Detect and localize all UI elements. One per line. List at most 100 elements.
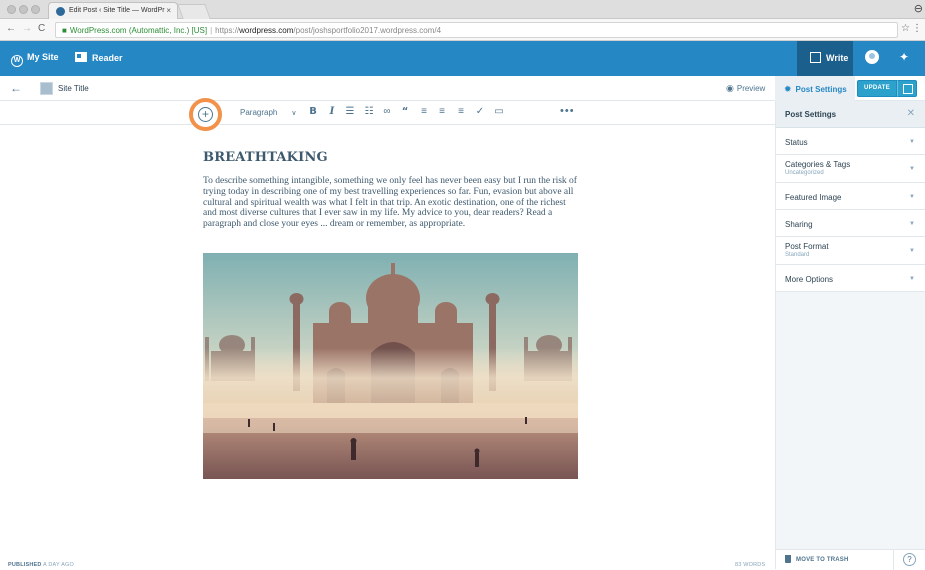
read-more-icon[interactable]: ▭ (493, 106, 505, 117)
chevron-down-icon: ▼ (909, 276, 915, 282)
zoom-window-button[interactable] (31, 5, 40, 14)
chevron-down-icon: ▼ (909, 139, 915, 145)
section-label: Post Format (785, 242, 829, 251)
notifications-icon[interactable]: ✦ (899, 50, 909, 64)
url-field[interactable]: ■ WordPress.com (Automattic, Inc.) [US] | h… (55, 22, 898, 38)
wordpress-logo-icon: W (11, 55, 23, 67)
spellcheck-icon[interactable]: ✓ (474, 106, 486, 117)
gear-icon: ✹ (784, 84, 792, 94)
sidebar-section-categories-tags[interactable]: Categories & Tags Uncategorized ▼ (776, 155, 925, 183)
chevron-down-icon: ▼ (909, 221, 915, 227)
section-label: Featured Image (785, 193, 842, 202)
close-window-button[interactable] (7, 5, 16, 14)
site-title[interactable]: Site Title (58, 84, 89, 93)
back-arrow-icon[interactable]: ← (10, 81, 22, 95)
section-value: Standard (785, 252, 810, 258)
footer-divider (893, 550, 894, 570)
sidebar-header: Post Settings ✕ (776, 101, 925, 128)
url-separator: | (210, 26, 213, 35)
browser-profile-icon[interactable]: ⊖ (914, 2, 923, 15)
url-path: /post/joshsportfolio2017.wordpress.com/4 (293, 26, 442, 35)
formatting-toolbar: Paragraph ∨ B I ☰ ☷ ∞ “ ≡ ≡ ≡ ✓ ▭ ••• (0, 101, 775, 125)
bookmark-star-icon[interactable]: ☆ (901, 23, 910, 34)
chevron-down-icon: ▼ (909, 248, 915, 254)
paragraph-format-select[interactable]: Paragraph ∨ (240, 108, 296, 117)
post-settings-label: Post Settings (795, 85, 847, 94)
section-label: More Options (785, 275, 834, 284)
chevron-down-icon: ▼ (909, 194, 915, 200)
editor-ground-control: ← Site Title ◉ Preview ✹ Post Settings UPD… (0, 76, 925, 101)
eye-icon: ◉ (726, 83, 734, 93)
tab-title: Edit Post ‹ Site Title — WordPr (69, 7, 165, 14)
taj-mahal-photo[interactable] (203, 253, 578, 479)
paragraph-format-value: Paragraph (240, 108, 278, 117)
bold-icon[interactable]: B (307, 106, 319, 117)
update-button[interactable]: UPDATE (857, 80, 897, 97)
align-left-icon[interactable]: ≡ (418, 106, 430, 117)
post-settings-sidebar: Post Settings ✕ Status ▼ Categories & Ta… (775, 101, 925, 570)
section-label: Sharing (785, 220, 813, 229)
browser-tab-bar: Edit Post ‹ Site Title — WordPr × ⊖ (0, 0, 925, 19)
chevron-down-icon: ▼ (909, 166, 915, 172)
my-site-label: My Site (27, 52, 59, 62)
tab-close-icon[interactable]: × (166, 6, 171, 15)
italic-icon[interactable]: I (326, 106, 338, 117)
sidebar-footer: MOVE TO TRASH ? (776, 549, 925, 570)
post-content: BREATHTAKING To describe something intan… (203, 150, 578, 230)
align-center-icon[interactable]: ≡ (436, 106, 448, 117)
word-count: 83 WORDS (735, 562, 766, 568)
more-tools-icon[interactable]: ••• (560, 105, 575, 117)
taj-mahal-illustration (203, 253, 578, 479)
publish-status: PUBLISHED A DAY AGO (8, 562, 74, 568)
post-settings-toggle[interactable]: ✹ Post Settings (775, 76, 855, 101)
preview-button[interactable]: ◉ Preview (726, 83, 765, 94)
sidebar-section-sharing[interactable]: Sharing ▼ (776, 210, 925, 237)
sidebar-section-post-format[interactable]: Post Format Standard ▼ (776, 237, 925, 265)
section-label: Categories & Tags (785, 160, 851, 169)
move-to-trash-button[interactable]: MOVE TO TRASH (785, 555, 849, 563)
write-pencil-icon (810, 52, 821, 63)
masterbar: W My Site Reader (0, 41, 925, 76)
post-body-paragraph[interactable]: To describe something intangible, someth… (203, 176, 578, 230)
chevron-down-icon: ∨ (291, 110, 297, 117)
back-nav-icon[interactable]: ← (6, 23, 16, 34)
sidebar-section-status[interactable]: Status ▼ (776, 128, 925, 155)
help-icon[interactable]: ? (903, 553, 916, 566)
url-host: wordpress.com (239, 26, 294, 35)
site-icon (40, 82, 53, 95)
section-value: Uncategorized (785, 170, 824, 176)
post-title[interactable]: BREATHTAKING (203, 150, 578, 165)
add-content-plus-icon[interactable]: + (198, 107, 213, 122)
sidebar-section-more-options[interactable]: More Options ▼ (776, 265, 925, 292)
my-site-link[interactable]: W My Site (11, 52, 59, 67)
lock-icon: ■ (62, 26, 67, 35)
move-to-trash-label: MOVE TO TRASH (796, 557, 849, 563)
section-label: Status (785, 138, 808, 147)
reader-icon (75, 52, 87, 62)
url-scheme: https:// (215, 26, 240, 35)
link-icon[interactable]: ∞ (381, 106, 393, 117)
profile-avatar-icon[interactable] (865, 50, 879, 64)
published-label: PUBLISHED (8, 562, 42, 568)
sidebar-section-featured-image[interactable]: Featured Image ▼ (776, 183, 925, 210)
reload-icon[interactable]: C (38, 23, 45, 34)
new-tab-button[interactable] (177, 4, 211, 19)
forward-nav-icon[interactable]: → (22, 23, 32, 34)
reader-link[interactable]: Reader (75, 52, 123, 63)
published-when: A DAY AGO (43, 562, 74, 568)
align-right-icon[interactable]: ≡ (455, 106, 467, 117)
schedule-calendar-icon[interactable] (897, 80, 917, 97)
insert-content-highlight: + (189, 98, 222, 131)
browser-tab[interactable]: Edit Post ‹ Site Title — WordPr × (48, 2, 178, 19)
write-button[interactable]: Write (797, 41, 853, 76)
minimize-window-button[interactable] (19, 5, 28, 14)
wordpress-favicon-icon (56, 7, 65, 16)
blockquote-icon[interactable]: “ (399, 106, 411, 117)
preview-label: Preview (736, 84, 766, 93)
browser-menu-icon[interactable]: ⋮ (912, 23, 922, 34)
numbered-list-icon[interactable]: ☷ (363, 106, 375, 117)
trash-icon (785, 555, 791, 563)
secure-origin-label: WordPress.com (Automattic, Inc.) [US] (69, 26, 208, 35)
close-icon[interactable]: ✕ (907, 108, 915, 119)
bulleted-list-icon[interactable]: ☰ (344, 106, 356, 117)
